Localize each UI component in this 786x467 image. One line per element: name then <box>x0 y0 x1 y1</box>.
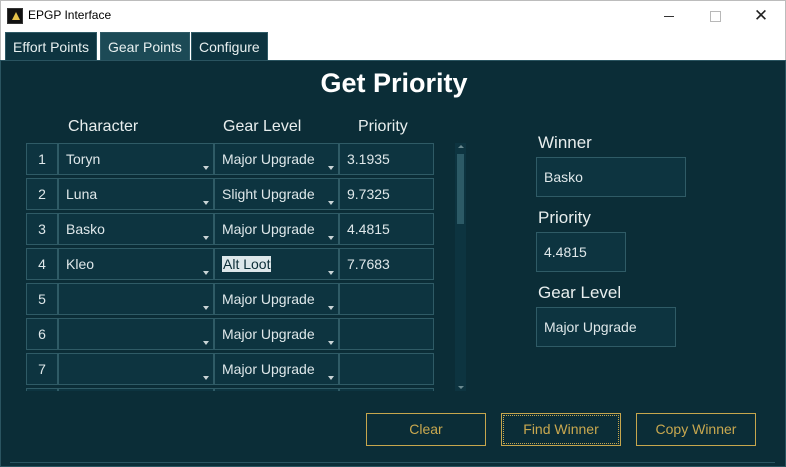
character-value: Luna <box>66 186 98 202</box>
gear-level-select[interactable]: Major Upgrade <box>214 213 339 245</box>
character-select[interactable] <box>58 388 214 391</box>
dropdown-arrow-icon <box>203 166 209 170</box>
gear-level-value: Major Upgrade <box>222 221 315 237</box>
winner-label: Winner <box>538 133 592 152</box>
column-header-priority: Priority <box>358 118 408 135</box>
dropdown-arrow-icon <box>328 166 334 170</box>
character-value: Basko <box>66 221 105 237</box>
tab-strip: Effort Points Gear Points Configure <box>0 30 786 60</box>
character-select[interactable] <box>58 353 214 385</box>
gear-level-value: Slight Upgrade <box>222 186 315 202</box>
dropdown-arrow-icon <box>203 341 209 345</box>
column-header-gear-level: Gear Level <box>223 118 302 135</box>
gear-level-select[interactable]: Major Upgrade <box>214 353 339 385</box>
page-title: Get Priority <box>320 68 468 98</box>
priority-table: 1 Toryn Major Upgrade 3.1935 2 Luna Slig… <box>26 143 436 391</box>
scroll-up-arrow-icon[interactable] <box>458 145 464 148</box>
gear-level-value: Alt Loot <box>222 256 272 272</box>
priority-field[interactable] <box>339 318 434 350</box>
copy-winner-button[interactable]: Copy Winner <box>636 413 756 446</box>
column-header-character: Character <box>68 118 139 135</box>
priority-field[interactable] <box>339 283 434 315</box>
gear-level-select[interactable]: Major Upgrade <box>214 143 339 175</box>
priority-field[interactable] <box>339 353 434 385</box>
gear-level-select[interactable] <box>214 388 339 391</box>
tab-gear-points[interactable]: Gear Points <box>100 32 190 60</box>
dropdown-arrow-icon <box>328 236 334 240</box>
window-title: EPGP Interface <box>28 8 112 22</box>
row-number: 4 <box>26 248 58 280</box>
dropdown-arrow-icon <box>328 271 334 275</box>
dropdown-arrow-icon <box>203 271 209 275</box>
scrollbar-thumb[interactable] <box>457 154 464 224</box>
priority-label: Priority <box>538 208 591 227</box>
dropdown-arrow-icon <box>328 201 334 205</box>
gear-level-value: Major Upgrade <box>222 361 315 377</box>
character-select[interactable]: Luna <box>58 178 214 210</box>
app-icon <box>7 8 23 24</box>
dropdown-arrow-icon <box>328 341 334 345</box>
dropdown-arrow-icon <box>328 376 334 380</box>
minimize-button[interactable] <box>646 1 692 31</box>
gear-level-select[interactable]: Alt Loot <box>214 248 339 280</box>
tab-configure[interactable]: Configure <box>191 32 268 60</box>
character-select[interactable]: Kleo <box>58 248 214 280</box>
gear-level-label: Gear Level <box>538 283 622 302</box>
close-icon: ✕ <box>753 6 769 26</box>
character-value: Kleo <box>66 256 95 272</box>
character-select[interactable] <box>58 318 214 350</box>
title-bar: EPGP Interface ✕ <box>0 0 786 30</box>
maximize-button[interactable] <box>692 1 738 31</box>
tab-effort-points[interactable]: Effort Points <box>5 32 98 60</box>
scroll-down-arrow-icon[interactable] <box>458 386 464 389</box>
priority-field[interactable]: 3.1935 <box>339 143 434 175</box>
winner-field[interactable]: Basko <box>536 157 686 197</box>
gear-level-select[interactable]: Major Upgrade <box>214 283 339 315</box>
row-number: 1 <box>26 143 58 175</box>
dropdown-arrow-icon <box>203 236 209 240</box>
gear-level-select[interactable]: Slight Upgrade <box>214 178 339 210</box>
clear-button[interactable]: Clear <box>366 413 486 446</box>
priority-field[interactable]: 9.7325 <box>339 178 434 210</box>
gear-level-value: Major Upgrade <box>222 151 315 167</box>
character-select[interactable] <box>58 283 214 315</box>
priority-field[interactable]: 4.4815 <box>339 213 434 245</box>
gear-level-result-field[interactable]: Major Upgrade <box>536 307 676 347</box>
row-number: 2 <box>26 178 58 210</box>
character-value: Toryn <box>66 151 101 167</box>
gear-level-value: Major Upgrade <box>222 291 315 307</box>
dropdown-arrow-icon <box>203 306 209 310</box>
close-button[interactable]: ✕ <box>738 1 784 31</box>
row-number: 3 <box>26 213 58 245</box>
main-panel: Get Priority Character Gear Level Priori… <box>0 60 786 467</box>
divider <box>10 462 775 463</box>
priority-field[interactable] <box>339 388 434 391</box>
priority-result-field[interactable]: 4.4815 <box>536 232 626 272</box>
row-number: 7 <box>26 353 58 385</box>
gear-level-select[interactable]: Major Upgrade <box>214 318 339 350</box>
priority-field[interactable]: 7.7683 <box>339 248 434 280</box>
table-scrollbar[interactable] <box>455 143 466 391</box>
row-number: 5 <box>26 283 58 315</box>
row-number: 6 <box>26 318 58 350</box>
gear-level-value: Major Upgrade <box>222 326 315 342</box>
dropdown-arrow-icon <box>328 306 334 310</box>
row-number <box>26 388 58 391</box>
dropdown-arrow-icon <box>203 201 209 205</box>
character-select[interactable]: Basko <box>58 213 214 245</box>
dropdown-arrow-icon <box>203 376 209 380</box>
character-select[interactable]: Toryn <box>58 143 214 175</box>
find-winner-button[interactable]: Find Winner <box>501 413 621 446</box>
